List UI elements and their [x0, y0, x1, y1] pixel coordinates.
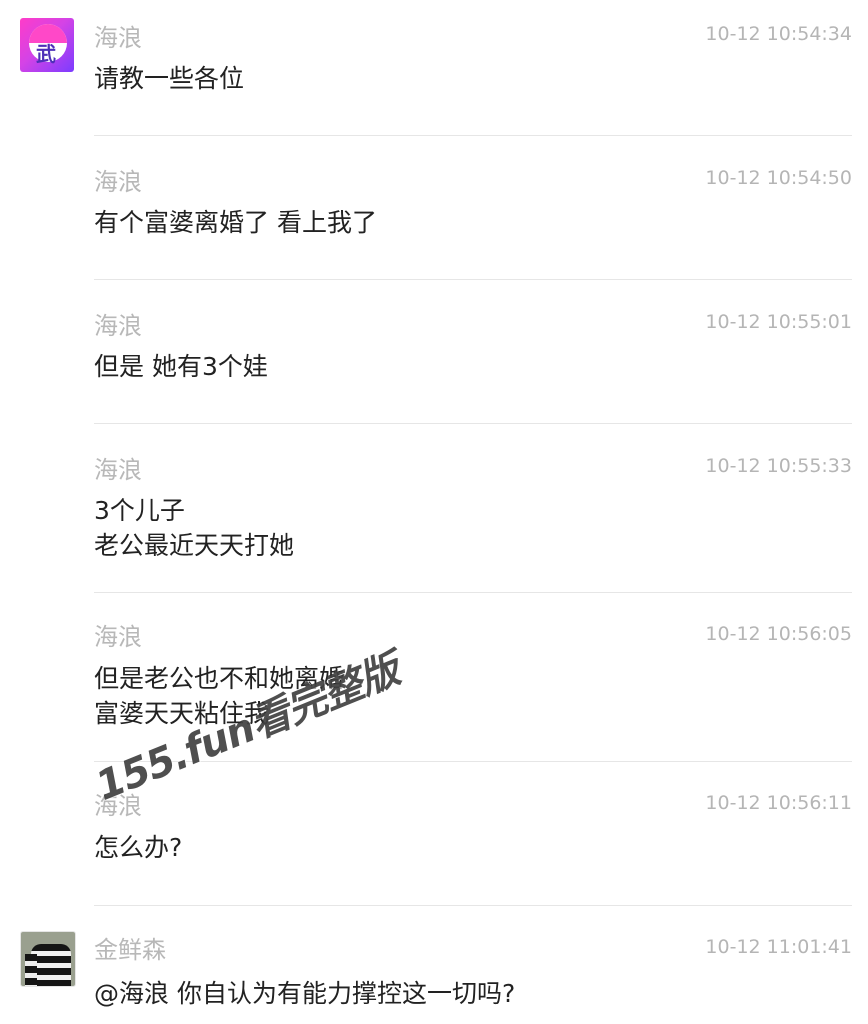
sender-name[interactable]: 海浪 — [94, 622, 142, 652]
message-text: 3个儿子 — [94, 496, 185, 525]
message-time: 10-12 10:54:50 — [705, 167, 852, 189]
message-text: 老公最近天天打她 — [94, 531, 295, 560]
sender-name[interactable]: 金鲜森 — [94, 935, 166, 965]
message-item: 海浪 10-12 10:55:01 但是 她有3个娃 — [0, 280, 868, 424]
message-text: 但是 她有3个娃 — [94, 352, 268, 381]
sender-name[interactable]: 海浪 — [94, 167, 142, 197]
message-text: 请教一些各位 — [94, 64, 245, 93]
message-time: 10-12 10:55:01 — [705, 311, 852, 333]
avatar-jin-icon[interactable] — [20, 931, 76, 987]
message-text: 怎么办? — [94, 833, 183, 862]
message-item: 海浪 10-12 10:56:05 但是老公也不和她离婚 富婆天天粘住我 — [0, 593, 868, 762]
message-item: 海浪 10-12 10:55:33 3个儿子 老公最近天天打她 — [0, 424, 868, 593]
message-time: 10-12 10:55:33 — [705, 455, 852, 477]
striped-arm-shape — [25, 954, 37, 986]
message-time: 10-12 10:56:05 — [705, 623, 852, 645]
message-time: 10-12 10:56:11 — [705, 792, 852, 814]
message-time: 10-12 11:01:41 — [705, 936, 852, 958]
sender-name[interactable]: 海浪 — [94, 455, 142, 485]
message-text: @海浪 你自认为有能力撑控这一切吗? — [94, 979, 516, 1008]
message-text: 有个富婆离婚了 看上我了 — [94, 208, 377, 237]
yin-half-shape — [29, 24, 67, 43]
sender-name[interactable]: 海浪 — [94, 23, 142, 53]
striped-shirt-shape — [31, 944, 71, 986]
avatar-hailang-icon[interactable]: 武 — [20, 18, 74, 72]
sender-name[interactable]: 海浪 — [94, 311, 142, 341]
message-time: 10-12 10:54:34 — [705, 23, 852, 45]
message-item: 金鲜森 10-12 11:01:41 @海浪 你自认为有能力撑控这一切吗? — [0, 906, 868, 1024]
avatar-glyph: 武 — [36, 42, 56, 66]
message-item: 海浪 10-12 10:54:50 有个富婆离婚了 看上我了 — [0, 136, 868, 280]
message-item: 武 海浪 10-12 10:54:34 请教一些各位 — [0, 0, 868, 136]
